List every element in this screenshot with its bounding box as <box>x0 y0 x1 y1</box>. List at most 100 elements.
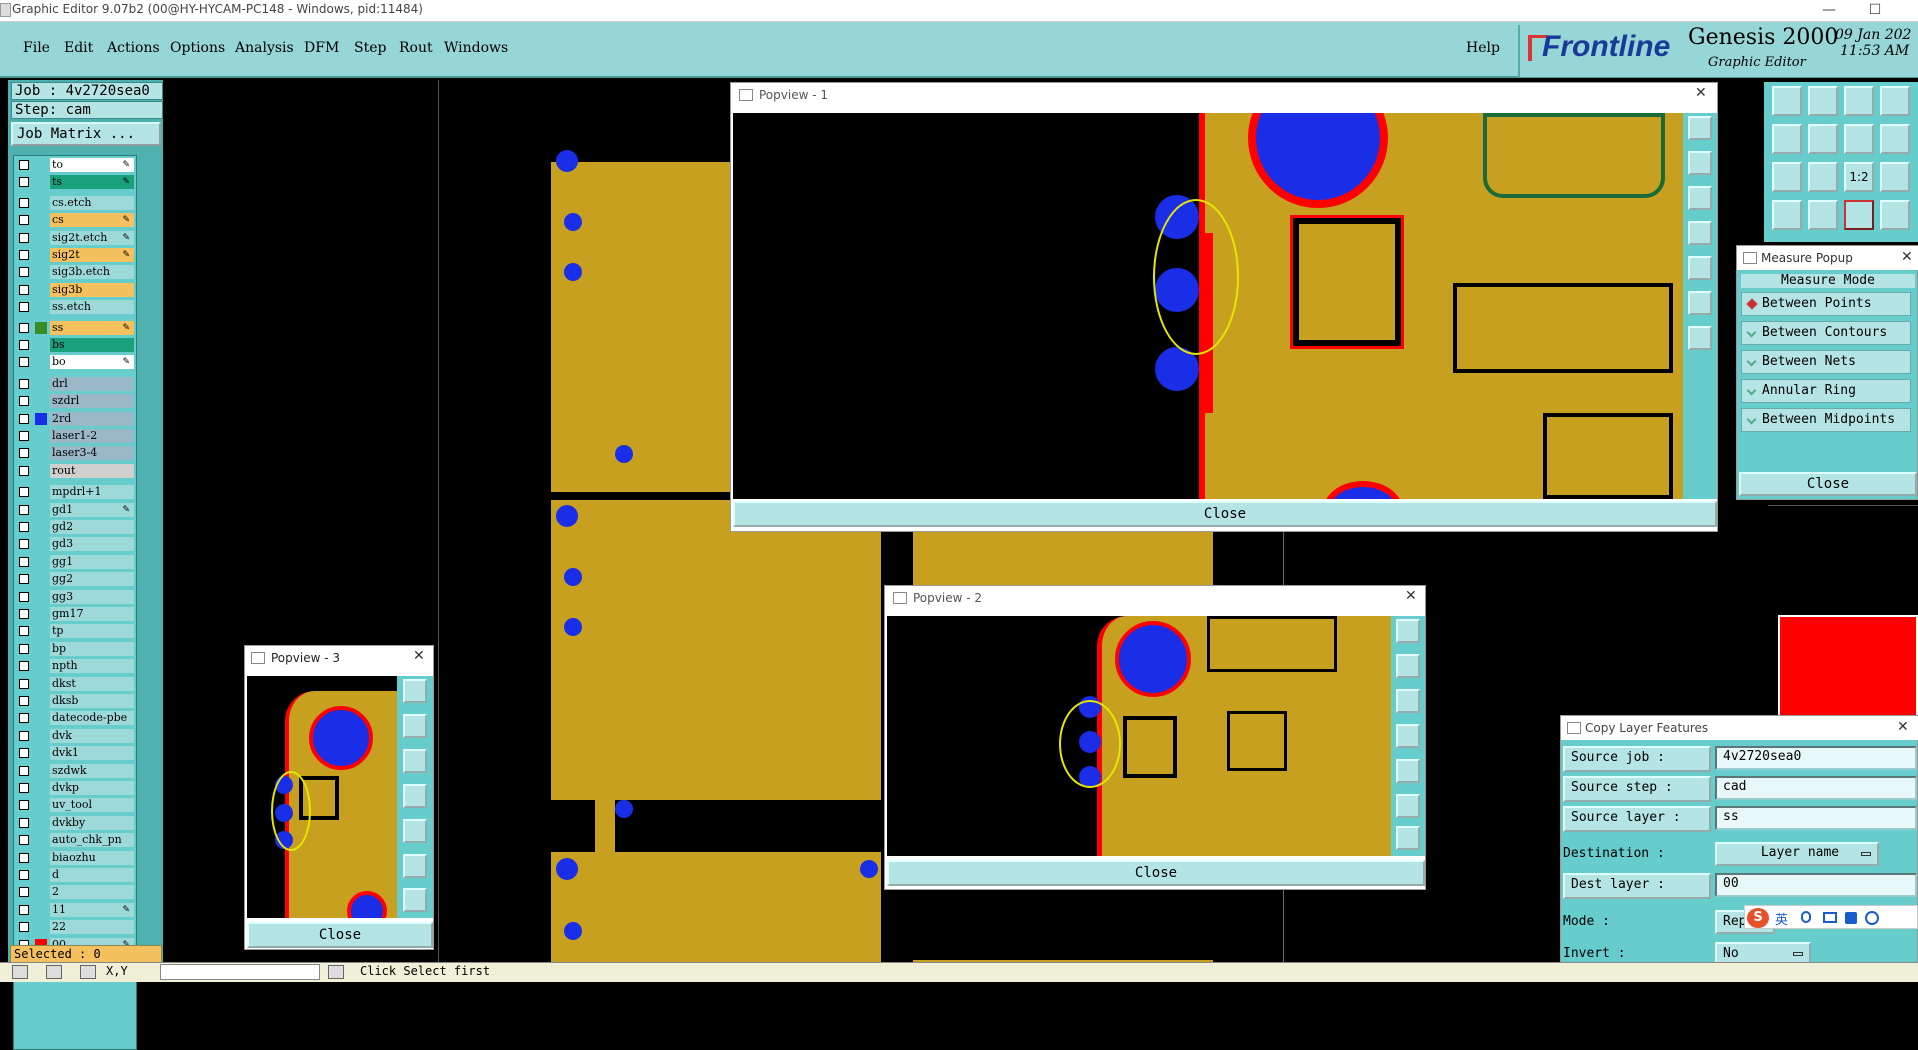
layer-name[interactable]: szdrl <box>50 394 134 409</box>
layer-checkbox[interactable] <box>19 887 29 898</box>
layer-row[interactable]: cs ✎ <box>16 213 136 228</box>
layer-name[interactable]: laser3-4 <box>50 446 134 461</box>
layer-name[interactable]: gg2 <box>50 572 134 587</box>
tool-button-9[interactable] <box>1772 162 1802 192</box>
popview-1-close-icon[interactable]: ✕ <box>1695 85 1707 101</box>
layer-row[interactable]: dkst <box>16 676 136 691</box>
layer-checkbox[interactable] <box>19 922 29 933</box>
layer-row[interactable]: bp <box>16 641 136 656</box>
popview-2-close-button[interactable]: Close <box>887 860 1425 886</box>
tool-button-10[interactable] <box>1808 162 1838 192</box>
popview-1-canvas[interactable] <box>733 113 1683 499</box>
menu-file[interactable]: File <box>23 40 50 56</box>
minimize-button[interactable]: — <box>1806 0 1852 22</box>
layer-row[interactable]: gd1 ✎ <box>16 502 136 517</box>
layer-row[interactable]: 11 ✎ <box>16 902 136 917</box>
tool-button-7[interactable] <box>1844 124 1874 154</box>
layer-row[interactable]: gg3 <box>16 589 136 604</box>
tool-button-4[interactable] <box>1880 86 1910 116</box>
pv3-tool-zoom-out[interactable] <box>403 749 427 773</box>
dest-layer-input[interactable]: 00 <box>1715 873 1917 897</box>
layer-checkbox[interactable] <box>19 661 29 672</box>
tool-button-6[interactable] <box>1808 124 1838 154</box>
microphone-icon[interactable] <box>1801 911 1811 923</box>
layer-name[interactable]: tp <box>50 624 134 639</box>
pv3-tool-pan[interactable] <box>403 784 427 808</box>
menu-help[interactable]: Help <box>1466 40 1500 56</box>
layer-checkbox[interactable] <box>19 696 29 706</box>
pv1-tool-fit[interactable] <box>1688 116 1712 140</box>
measure-close-button[interactable]: Close <box>1739 472 1917 496</box>
layer-checkbox[interactable] <box>19 215 29 226</box>
tool-button-15[interactable] <box>1844 200 1874 230</box>
layer-row[interactable]: ts ✎ <box>16 175 136 190</box>
layer-row[interactable]: sig2t.etch ✎ <box>16 230 136 245</box>
layer-checkbox[interactable] <box>19 556 29 567</box>
layer-name[interactable]: 2rd <box>50 411 134 426</box>
layer-row[interactable]: dvk1 <box>16 746 136 761</box>
pv2-tool-center[interactable] <box>1396 794 1420 818</box>
layer-checkbox[interactable] <box>19 340 29 350</box>
layer-row[interactable]: gg2 <box>16 572 136 587</box>
layer-checkbox[interactable] <box>19 284 29 295</box>
layer-row[interactable]: laser1-2 <box>16 429 136 443</box>
layer-row[interactable]: 2rd <box>16 411 136 426</box>
layer-name[interactable]: ts ✎ <box>50 175 134 190</box>
layer-checkbox[interactable] <box>19 730 29 741</box>
layer-checkbox[interactable] <box>19 396 29 407</box>
measure-close-icon[interactable]: ✕ <box>1901 249 1913 265</box>
source-layer-input[interactable]: ss <box>1715 806 1917 830</box>
pv2-tool-fit[interactable] <box>1396 619 1420 643</box>
layer-row[interactable]: auto_chk_pn <box>16 833 136 848</box>
layer-checkbox[interactable] <box>19 487 29 498</box>
tool-button-12[interactable] <box>1880 162 1910 192</box>
layer-checkbox[interactable] <box>19 609 29 619</box>
layer-checkbox[interactable] <box>19 904 29 915</box>
layer-checkbox[interactable] <box>19 817 29 828</box>
layer-checkbox[interactable] <box>19 160 29 170</box>
layer-name[interactable]: szdwk <box>50 763 134 778</box>
layer-checkbox[interactable] <box>19 465 29 476</box>
layer-checkbox[interactable] <box>19 748 29 759</box>
layer-row[interactable]: szdrl <box>16 394 136 409</box>
layer-row[interactable]: gg1 <box>16 554 136 569</box>
layer-checkbox[interactable] <box>19 713 29 724</box>
skin-icon[interactable] <box>1845 912 1857 924</box>
layer-name[interactable]: gd2 <box>50 520 134 534</box>
layer-checkbox[interactable] <box>19 413 29 424</box>
pv3-tool-zoom-in[interactable] <box>403 714 427 738</box>
layer-row[interactable]: dvkp <box>16 781 136 795</box>
pv2-tool-move[interactable] <box>1396 826 1420 850</box>
layer-row[interactable]: gm17 <box>16 607 136 621</box>
status-tool-icon-1[interactable] <box>12 965 28 979</box>
tool-button-2[interactable] <box>1808 86 1838 116</box>
menu-actions[interactable]: Actions <box>107 40 160 56</box>
layer-name[interactable]: dksb <box>50 694 134 708</box>
menu-windows[interactable]: Windows <box>444 40 508 56</box>
pv1-tool-home[interactable] <box>1688 256 1712 280</box>
measure-between-midpoints[interactable]: Between Midpoints <box>1741 408 1911 432</box>
layer-name[interactable]: drl <box>50 376 134 391</box>
layer-row[interactable]: mpdrl+1 <box>16 485 136 500</box>
layer-row[interactable]: dvk <box>16 728 136 743</box>
layer-checkbox[interactable] <box>19 448 29 459</box>
pv2-tool-pan[interactable] <box>1396 724 1420 748</box>
layer-checkbox[interactable] <box>19 539 29 550</box>
pv1-tool-move[interactable] <box>1688 326 1712 350</box>
menu-step[interactable]: Step <box>354 40 386 56</box>
pv3-tool-home[interactable] <box>403 819 427 843</box>
layer-row[interactable]: laser3-4 <box>16 446 136 461</box>
layer-name[interactable]: d <box>50 868 134 882</box>
layer-name[interactable]: sig2t ✎ <box>50 248 134 262</box>
layer-name[interactable]: npth <box>50 659 134 674</box>
layer-checkbox[interactable] <box>19 357 29 368</box>
coordinate-field[interactable] <box>160 964 320 980</box>
layer-name[interactable]: gg3 <box>50 589 134 604</box>
measure-between-points[interactable]: Between Points <box>1741 292 1911 316</box>
tool-button-16[interactable] <box>1880 200 1910 230</box>
layer-name[interactable]: dvkby <box>50 815 134 830</box>
pv1-tool-zoom-in[interactable] <box>1688 151 1712 175</box>
layer-checkbox[interactable] <box>19 835 29 846</box>
maximize-button[interactable]: ☐ <box>1852 0 1898 22</box>
tool-button-3[interactable] <box>1844 86 1874 116</box>
